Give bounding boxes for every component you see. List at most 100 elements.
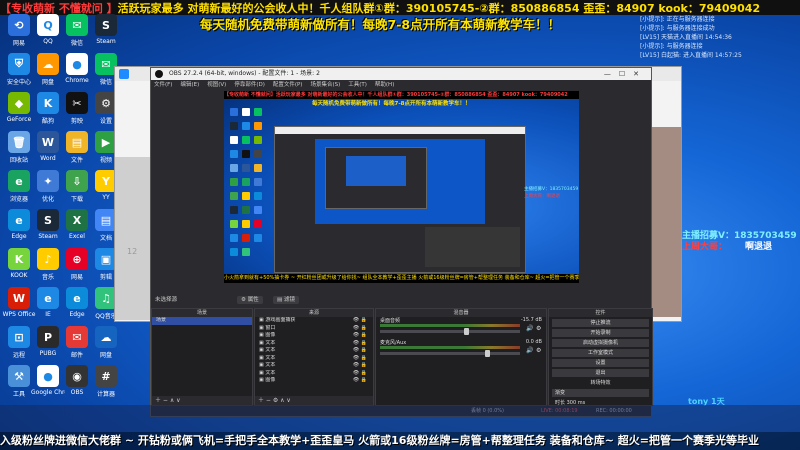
gear-icon[interactable]: ⚙ — [536, 326, 542, 332]
menu-item[interactable]: 停靠部件(D) — [234, 82, 265, 88]
scenes-header: 场景 — [152, 309, 252, 317]
preview-icon — [254, 136, 262, 144]
volume-fader-knob[interactable] — [485, 350, 490, 357]
volume-fader-track[interactable] — [380, 330, 520, 333]
app-icon: S — [37, 209, 59, 231]
obs-menu-bar[interactable]: 文件(F) 编辑(E) 视图(V) 停靠部件(D) 配置文件(P) 场景集合(S) 工具(T… — [151, 80, 651, 90]
control-button[interactable]: 设置 — [552, 358, 649, 367]
volume-fader-track[interactable] — [380, 352, 520, 355]
properties-label: 属性 — [247, 297, 259, 303]
visibility-lock-icon[interactable]: 👁 🔒 — [353, 370, 367, 378]
app-icon: ● — [37, 365, 59, 387]
obs-window[interactable]: OBS 27.2.4 (64-bit, windows) - 配置文件: 1 -… — [150, 67, 653, 417]
app-icon: e — [8, 170, 30, 192]
live-chat-overlay: [小提示]: 正在与服务器连接 [小提示]: 与服务器连接成功 [LV15] 天猫进… — [640, 14, 800, 59]
window-controls[interactable]: —☐✕ — [604, 68, 647, 80]
visibility-lock-icon[interactable]: 👁 🔒 — [353, 377, 367, 385]
preview-nested-obs-2 — [325, 147, 427, 209]
source-label: ▣ 文本 — [259, 347, 276, 353]
source-item[interactable]: ▣ 文本 👁 🔒 — [255, 370, 373, 378]
control-button[interactable]: 开始录制 — [552, 328, 649, 337]
source-item[interactable]: ▣ 图像 👁 🔒 — [255, 377, 373, 385]
sources-toolbar[interactable]: ＋ − ⚙ ∧ ∨ — [255, 396, 373, 405]
desktop-icon[interactable]: ☁ 网盘 — [89, 326, 123, 364]
mixer-channel[interactable]: 麦克风/Aux 0.0 dB 🔊 ⚙ — [376, 339, 546, 361]
control-button[interactable]: 启动虚拟摄像机 — [552, 338, 649, 347]
preview-week-name: 啊退退 — [546, 194, 561, 199]
visibility-lock-icon[interactable]: 👁 🔒 — [353, 347, 367, 355]
menu-item[interactable]: 工具(T) — [348, 82, 367, 88]
preview-icon — [230, 178, 238, 186]
source-label: ▣ 图像 — [259, 377, 276, 383]
visibility-lock-icon[interactable]: 👁 🔒 — [353, 325, 367, 333]
menu-item[interactable]: 场景集合(S) — [310, 82, 340, 88]
control-button[interactable]: 退出 — [552, 368, 649, 377]
desktop-icon[interactable]: # 计算器 — [89, 365, 123, 403]
properties-button[interactable]: ⚙ 属性 — [237, 296, 263, 304]
menu-item[interactable]: 文件(F) — [154, 82, 172, 88]
preview-week-promo: 上周大哥：啊退退 — [524, 193, 560, 199]
app-icon: ⛨ — [8, 53, 30, 75]
obs-title-bar[interactable]: OBS 27.2.4 (64-bit, windows) - 配置文件: 1 -… — [151, 68, 651, 80]
source-item[interactable]: ▣ 文本 👁 🔒 — [255, 340, 373, 348]
last-week-promo-label: 上周大哥： — [682, 242, 728, 252]
preview-banner: 【专收萌新 不懂就问】活跃玩家最多 对萌新最好的公会收人中！千人组队群①群：39… — [224, 91, 579, 99]
preview-icon — [254, 122, 262, 130]
app-icon: S — [95, 14, 117, 36]
scene-item[interactable]: 场景 — [152, 317, 252, 325]
preview-anchor-promo: 主播招募V：1835703459 — [524, 186, 578, 192]
app-icon: 🗑 — [8, 131, 30, 153]
control-button[interactable]: 工作室模式 — [552, 348, 649, 357]
chat-line: [小提示]: 与服务器连接成功 — [640, 25, 715, 32]
app-icon: # — [95, 365, 117, 387]
source-item[interactable]: ▣ 文本 👁 🔒 — [255, 362, 373, 370]
desktop-icon[interactable]: S Steam — [89, 14, 123, 52]
volume-fader-knob[interactable] — [464, 328, 469, 335]
visibility-lock-icon[interactable]: 👁 🔒 — [353, 332, 367, 340]
app-icon: ⚒ — [8, 365, 30, 387]
chat-line: [小提示]: 正在与服务器连接 — [640, 16, 715, 23]
preview-icon — [242, 108, 250, 116]
preview-nested-obs — [274, 126, 526, 273]
preview-icon — [254, 108, 262, 116]
transition-select[interactable]: 渐变 — [552, 388, 649, 397]
volume-meter — [380, 324, 520, 327]
source-label: ▣ 文本 — [259, 369, 276, 376]
scenes-toolbar[interactable]: ＋ − ∧ ∨ — [152, 396, 252, 405]
menu-item[interactable]: 编辑(E) — [180, 82, 199, 88]
source-label: ▣ 图像 — [259, 332, 276, 338]
app-icon: ⊕ — [66, 248, 88, 270]
preview-icon — [230, 122, 238, 130]
filters-button[interactable]: ▤ 滤镜 — [273, 296, 299, 304]
control-button[interactable]: 停止推流 — [552, 318, 649, 327]
preview-anchor-id: 1835703459 — [549, 187, 579, 192]
source-item[interactable]: ▣ 文本 👁 🔒 — [255, 355, 373, 363]
visibility-lock-icon[interactable]: 👁 🔒 — [353, 317, 367, 325]
app-icon: W — [8, 287, 30, 309]
source-item[interactable]: ▣ 窗口 👁 🔒 — [255, 325, 373, 333]
source-item[interactable]: ▣ 图像 👁 🔒 — [255, 332, 373, 340]
menu-item[interactable]: 视图(V) — [207, 82, 226, 88]
source-item[interactable]: ▣ 游戏画面捕获 👁 🔒 — [255, 317, 373, 325]
scene-list[interactable]: 场景 — [152, 317, 252, 325]
mixer-channel[interactable]: 桌面音频 -15.7 dB 🔊 ⚙ — [376, 317, 546, 339]
source-label: ▣ 文本 — [259, 339, 276, 346]
source-list[interactable]: ▣ 游戏画面捕获 👁 🔒 ▣ 窗口 👁 🔒 ▣ 图像 👁 🔒 ▣ 文本 👁 🔒 ▣ 文本 👁 🔒 ▣… — [255, 317, 373, 385]
gear-icon[interactable]: ⚙ — [536, 348, 542, 354]
mute-speaker-icon[interactable]: 🔊 — [526, 326, 533, 332]
obs-preview-canvas[interactable]: 【专收萌新 不懂就问】活跃玩家最多 对萌新最好的公会收人中！千人组队群①群：39… — [224, 91, 579, 283]
visibility-lock-icon[interactable]: 👁 🔒 — [353, 362, 367, 370]
preview-banner-line2: 每天随机免费带萌新做所有！每晚7-8点开所有本萌新教学车！！ — [312, 101, 471, 107]
visibility-lock-icon[interactable]: 👁 🔒 — [353, 355, 367, 363]
preview-icon — [242, 150, 250, 158]
mixer-list[interactable]: 桌面音频 -15.7 dB 🔊 ⚙ 麦克风/Aux 0.0 dB 🔊 ⚙ — [376, 317, 546, 361]
menu-item[interactable]: 配置文件(P) — [273, 82, 303, 88]
volume-meter — [380, 346, 520, 349]
mute-speaker-icon[interactable]: 🔊 — [526, 348, 533, 354]
control-buttons[interactable]: 停止推流 开始录制 启动虚拟摄像机 工作室模式 设置 退出 — [549, 318, 652, 377]
menu-item[interactable]: 帮助(H) — [375, 82, 394, 88]
source-item[interactable]: ▣ 文本 👁 🔒 — [255, 347, 373, 355]
browser-page-number: 12 — [127, 247, 138, 256]
bottom-ticker: 入级粉丝牌进微信大佬群 ~ 开钻粉或俩飞机=手把手全本教学+歪歪皇马 火箭或16… — [0, 432, 800, 450]
visibility-lock-icon[interactable]: 👁 🔒 — [353, 340, 367, 348]
